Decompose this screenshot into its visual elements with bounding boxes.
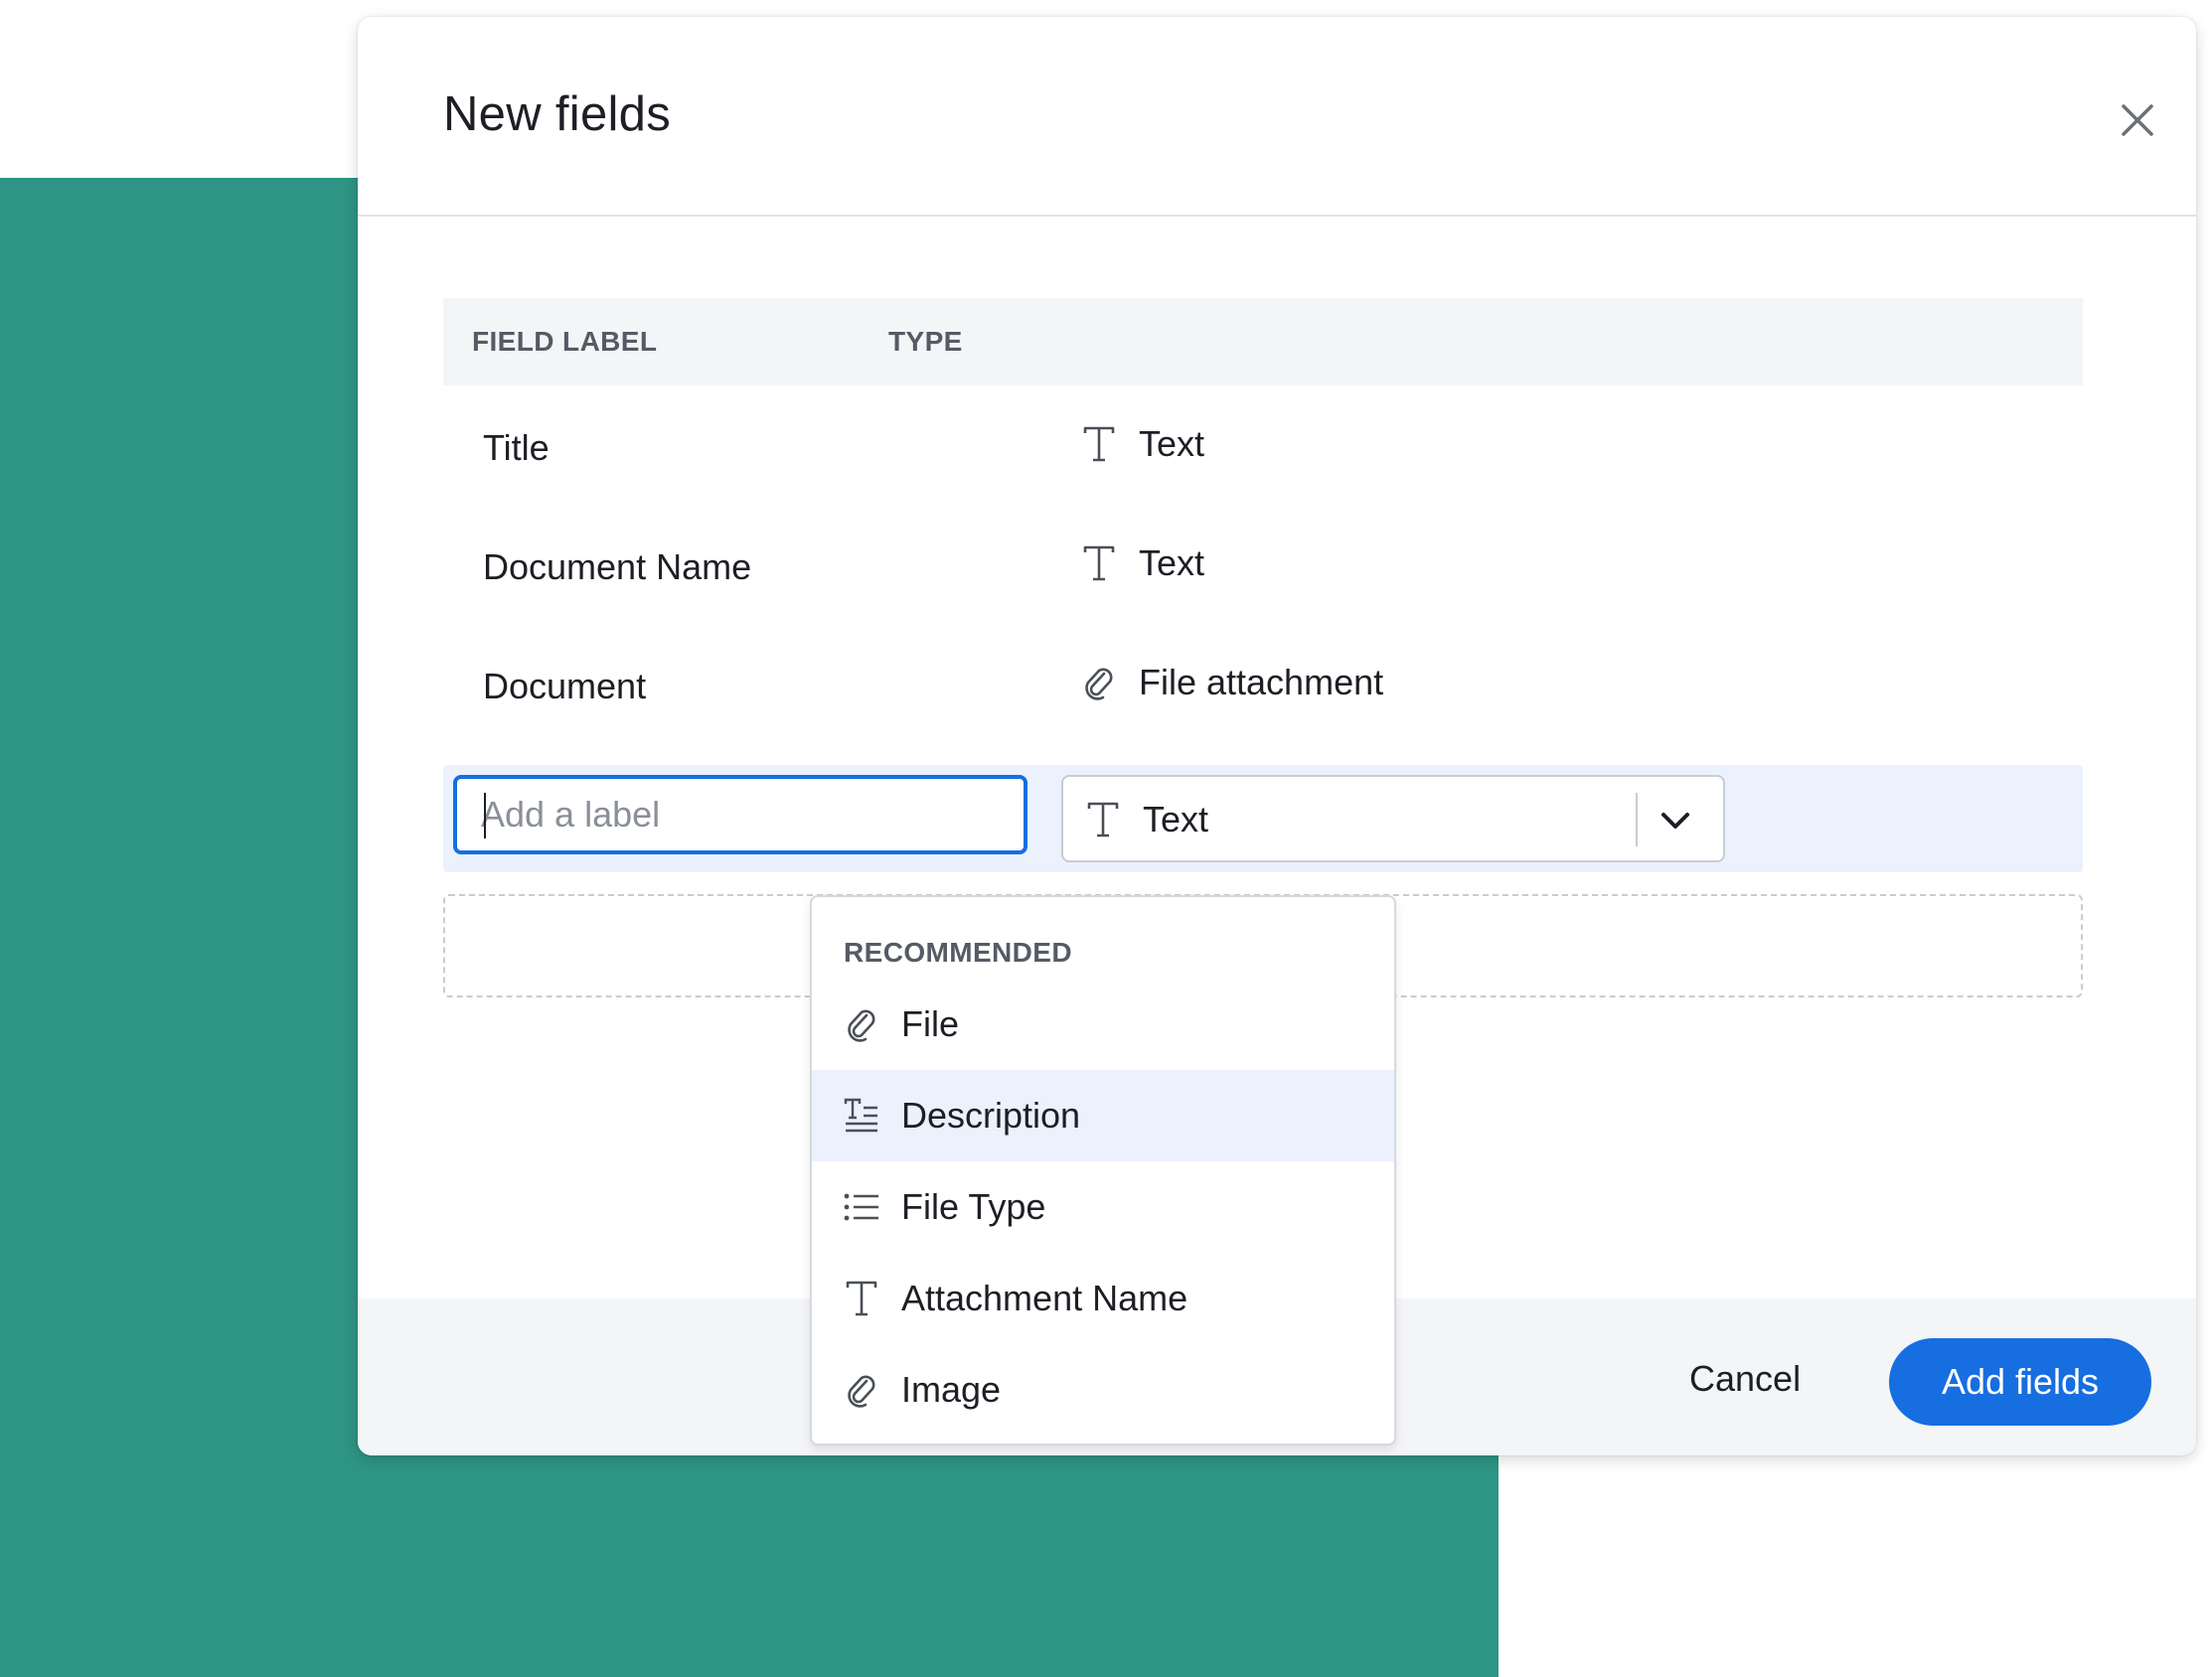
text-type-icon xyxy=(1081,543,1117,583)
field-type: Text xyxy=(1081,542,1204,584)
dropdown-item-attachment-name[interactable]: Attachment Name xyxy=(812,1253,1394,1344)
dropdown-item-description[interactable]: Description xyxy=(812,1070,1394,1161)
text-type-icon xyxy=(1081,424,1117,464)
table-row[interactable]: Document Name Text xyxy=(443,505,2083,624)
dialog-title: New fields xyxy=(443,87,672,141)
select-divider xyxy=(1636,793,1638,846)
field-type-label: Text xyxy=(1139,423,1205,464)
fields-table-header: FIELD LABEL TYPE xyxy=(443,298,2083,385)
list-icon xyxy=(844,1187,879,1227)
dropdown-item-label: Image xyxy=(901,1369,1002,1410)
table-row[interactable]: Title Text xyxy=(443,385,2083,505)
close-icon xyxy=(2122,104,2153,136)
paperclip-icon xyxy=(844,1004,879,1044)
dropdown-item-file[interactable]: File xyxy=(812,979,1394,1070)
field-type-select[interactable]: Text xyxy=(1061,775,1725,862)
close-button[interactable] xyxy=(2110,92,2165,148)
new-field-row: Text xyxy=(443,765,2083,872)
text-type-icon xyxy=(1085,800,1121,839)
field-label: Document xyxy=(483,666,647,706)
text-type-icon xyxy=(844,1279,879,1318)
field-type: File attachment xyxy=(1081,662,1383,703)
cancel-button[interactable]: Cancel xyxy=(1689,1358,1801,1400)
recommended-fields-dropdown: RECOMMENDED File Description File Type A… xyxy=(810,895,1396,1446)
dropdown-item-label: Attachment Name xyxy=(901,1278,1188,1318)
paperclip-icon xyxy=(844,1370,879,1410)
field-label: Title xyxy=(483,427,550,468)
field-type-label: Text xyxy=(1139,542,1205,583)
dropdown-item-image[interactable]: Image xyxy=(812,1344,1394,1436)
dropdown-item-label: Description xyxy=(901,1095,1081,1136)
field-type-selected: Text xyxy=(1085,799,1208,840)
column-header-field-label: FIELD LABEL xyxy=(472,326,658,357)
text-cursor xyxy=(484,793,486,838)
dropdown-header: RECOMMENDED xyxy=(844,937,1072,968)
field-label-input[interactable] xyxy=(453,775,1027,854)
new-fields-dialog: New fields FIELD LABEL TYPE Title Text D… xyxy=(358,17,2196,1455)
field-type: Text xyxy=(1081,423,1204,465)
field-type-label: File attachment xyxy=(1139,662,1384,702)
chevron-down-icon[interactable] xyxy=(1654,799,1697,842)
dialog-header: New fields xyxy=(358,17,2196,217)
field-label: Document Name xyxy=(483,546,752,587)
dropdown-item-label: File xyxy=(901,1003,960,1044)
long-text-icon xyxy=(844,1096,879,1136)
dropdown-item-label: File Type xyxy=(901,1186,1046,1227)
field-type-selected-label: Text xyxy=(1143,799,1209,839)
table-row[interactable]: Document File attachment xyxy=(443,624,2083,743)
paperclip-icon xyxy=(1081,663,1117,702)
add-fields-button[interactable]: Add fields xyxy=(1889,1338,2151,1426)
dropdown-item-file-type[interactable]: File Type xyxy=(812,1161,1394,1253)
column-header-type: TYPE xyxy=(888,326,963,357)
